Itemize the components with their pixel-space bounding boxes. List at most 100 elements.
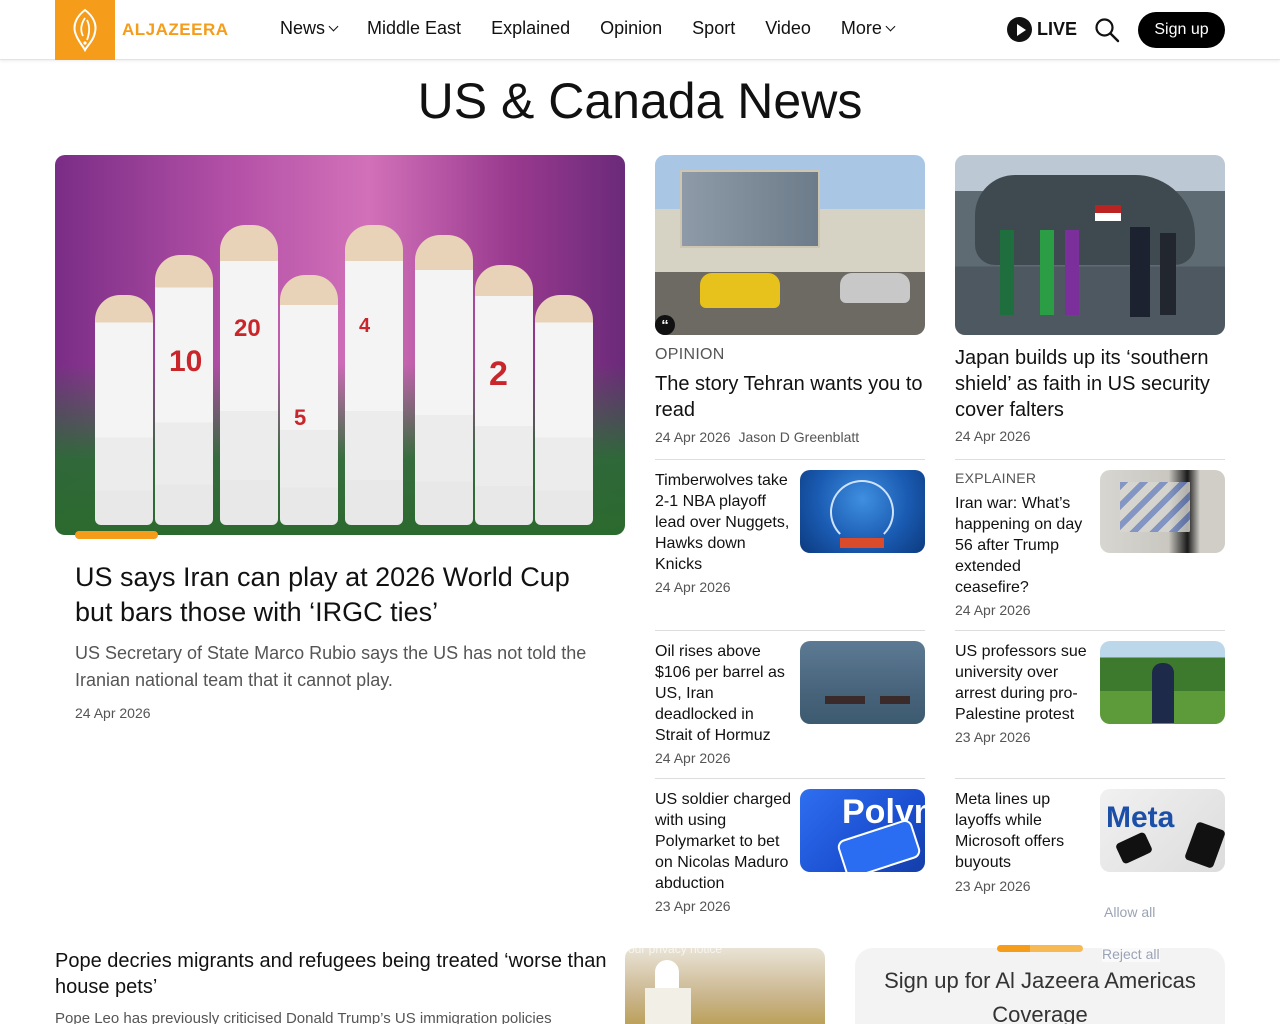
nav-explained[interactable]: Explained: [491, 18, 570, 39]
jersey-number: 2: [489, 355, 508, 393]
flag-shape: [1095, 205, 1121, 221]
quote-icon: “: [655, 315, 675, 335]
pope-description: Pope Leo has previously criticised Donal…: [55, 1010, 552, 1024]
player-figure: 2: [475, 265, 533, 525]
list-item-date: 24 Apr 2026: [955, 602, 1031, 618]
person-figure: [1000, 230, 1014, 315]
nav-opinion[interactable]: Opinion: [600, 18, 662, 39]
mitre-shape: [655, 960, 679, 990]
signup-button[interactable]: Sign up: [1138, 12, 1225, 48]
search-icon[interactable]: [1094, 17, 1120, 43]
nav-video[interactable]: Video: [765, 18, 811, 39]
divider: [655, 459, 925, 460]
player-figure: [535, 295, 593, 525]
nba-image[interactable]: [800, 470, 925, 553]
nav-label: Video: [765, 18, 811, 38]
hero-date: 24 Apr 2026: [75, 705, 151, 721]
hero-accent-bar: [75, 531, 158, 539]
list-item-headline[interactable]: Meta lines up layoffs while Microsoft of…: [955, 789, 1095, 873]
billboard-shape: [680, 170, 820, 248]
hero-image[interactable]: 10 20 5 4 2: [55, 155, 625, 535]
divider: [655, 630, 925, 631]
featured-opinion-byline: 24 Apr 2026 Jason D Greenblatt: [655, 429, 859, 445]
aljazeera-logo[interactable]: [55, 0, 115, 60]
list-item-date: 24 Apr 2026: [655, 750, 731, 766]
divider: [955, 630, 1225, 631]
list-item-headline[interactable]: Oil rises above $106 per barrel as US, I…: [655, 641, 795, 746]
player-figure: 4: [345, 225, 403, 525]
person-figure: [1065, 230, 1079, 315]
rim-shape: [840, 538, 884, 548]
chevron-down-icon: [328, 21, 339, 32]
ship-shape: [825, 696, 865, 704]
jets-mural-shape: [1120, 482, 1190, 532]
play-icon: [1007, 17, 1032, 42]
jersey-number: 5: [294, 405, 307, 430]
tehran-billboard-image[interactable]: [655, 155, 925, 335]
mural-image[interactable]: [1100, 470, 1225, 553]
featured-opinion-headline[interactable]: The story Tehran wants you to read: [655, 371, 925, 423]
car-shape: [840, 273, 910, 303]
live-button[interactable]: LIVE: [1007, 17, 1077, 42]
list-item-date: 23 Apr 2026: [955, 729, 1031, 745]
meta-logo-image[interactable]: Meta: [1100, 789, 1225, 872]
newsletter-title: Sign up for Al Jazeera Americas Coverage: [884, 968, 1196, 1024]
taxi-shape: [700, 273, 780, 308]
list-item-headline[interactable]: Timberwolves take 2-1 NBA playoff lead o…: [655, 470, 795, 575]
list-item-date: 24 Apr 2026: [655, 579, 731, 595]
player-figure: 20: [220, 225, 278, 525]
tanker-sea-image[interactable]: [800, 641, 925, 724]
divider: [955, 778, 1225, 779]
featured-japan-headline[interactable]: Japan builds up its ‘southern shield’ as…: [955, 345, 1225, 423]
nav-news[interactable]: News: [280, 18, 339, 39]
featured-japan-date: 24 Apr 2026: [955, 428, 1031, 444]
logo-wordmark[interactable]: ALJAZEERA: [122, 20, 229, 40]
jersey-number: 10: [169, 345, 203, 378]
polymarket-image[interactable]: Polym: [800, 789, 925, 872]
explainer-label: EXPLAINER: [955, 470, 1037, 486]
list-item-date: 23 Apr 2026: [955, 878, 1031, 894]
divider: [955, 459, 1225, 460]
player-figure: 10: [155, 255, 213, 525]
person-figure: [1130, 227, 1150, 317]
nav-sport[interactable]: Sport: [692, 18, 735, 39]
nav-label: Middle East: [367, 18, 462, 38]
divider: [655, 778, 925, 779]
list-item-headline[interactable]: Iran war: What’s happening on day 56 aft…: [955, 493, 1095, 598]
opinion-label: OPINION: [655, 346, 725, 363]
nav-label: Opinion: [600, 18, 663, 38]
jersey-number: 4: [359, 315, 371, 337]
hero-headline[interactable]: US says Iran can play at 2026 World Cup …: [75, 560, 605, 630]
nav-label: More: [840, 18, 882, 38]
professor-image[interactable]: [1100, 641, 1225, 724]
meta-logo-text: Meta: [1106, 801, 1175, 834]
cookie-reject-all-button[interactable]: Reject all: [1102, 946, 1160, 962]
nav-middle-east[interactable]: Middle East: [367, 18, 461, 39]
list-item-headline[interactable]: US soldier charged with using Polymarket…: [655, 789, 795, 894]
hero-description: US Secretary of State Marco Rubio says t…: [75, 643, 587, 690]
phone-shape: [1184, 821, 1225, 869]
top-nav-bar: ALJAZEERA News Middle East Explained Opi…: [0, 0, 1280, 60]
phone-shape: [1114, 831, 1154, 865]
cookie-allow-all-button[interactable]: Allow all: [1104, 904, 1155, 920]
hoop-arc-shape: [830, 480, 894, 544]
newsletter-accent-bar-light: [1030, 945, 1083, 952]
live-label: LIVE: [1037, 19, 1078, 39]
main-nav: News Middle East Explained Opinion Sport…: [280, 18, 924, 39]
pope-image[interactable]: [625, 948, 825, 1024]
pope-headline[interactable]: Pope decries migrants and refugees being…: [55, 948, 615, 1000]
ship-shape: [880, 696, 910, 704]
chevron-down-icon: [885, 21, 896, 32]
japan-helicopter-image[interactable]: [955, 155, 1225, 335]
nav-label: Explained: [491, 18, 571, 38]
person-figure: [1160, 233, 1176, 315]
nav-more[interactable]: More: [840, 18, 896, 39]
page-title: US & Canada News: [417, 73, 863, 129]
list-item-headline[interactable]: US professors sue university over arrest…: [955, 641, 1095, 725]
cookie-notice-text[interactable]: our privacy notice: [628, 942, 722, 956]
author-name[interactable]: Jason D Greenblatt: [739, 429, 860, 445]
jersey-number: 20: [234, 315, 261, 342]
nav-label: News: [280, 18, 326, 38]
person-figure: [1040, 230, 1054, 315]
person-figure: [1152, 663, 1174, 723]
